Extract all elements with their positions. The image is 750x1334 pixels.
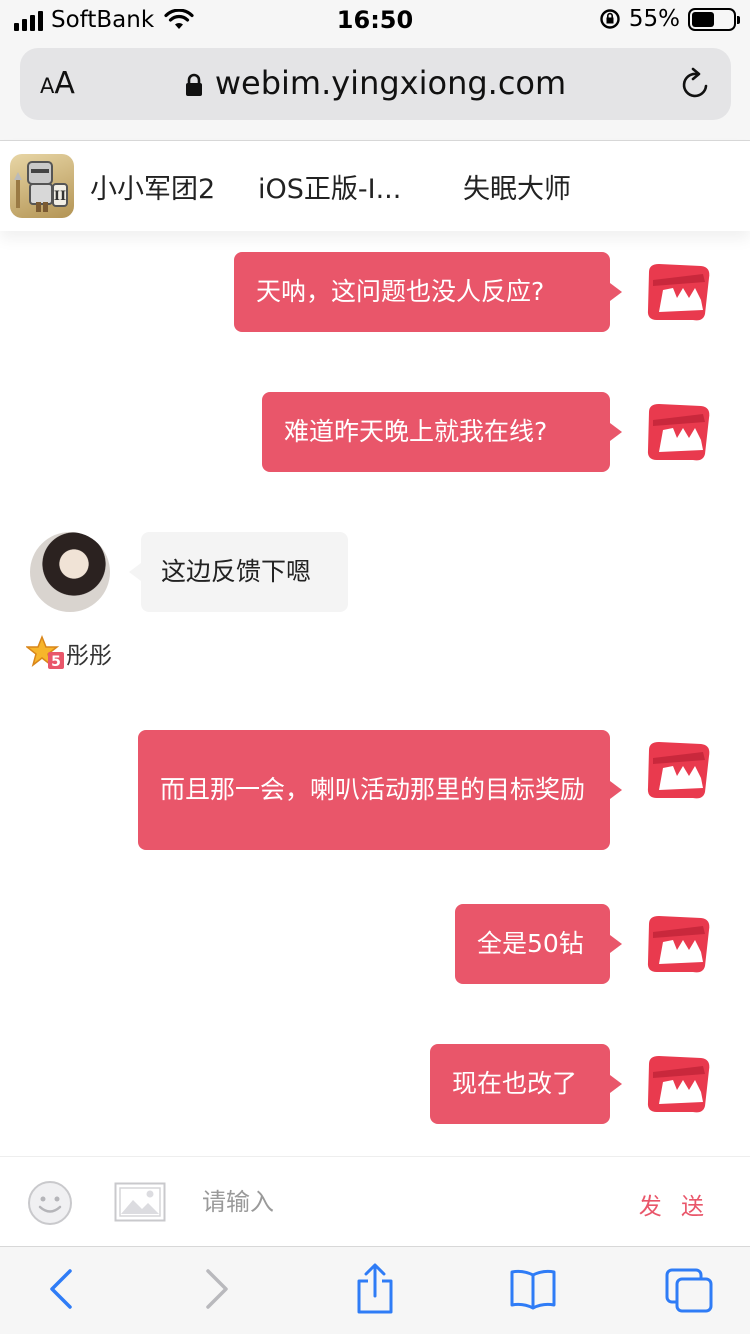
lock-icon — [185, 73, 202, 96]
chat-area: 天呐，这问题也没人反应? 难道昨天晚上就我在线? 这边反馈下嗯 5 彤彤 而且那… — [0, 231, 750, 1156]
vip-star-icon: 5 — [26, 635, 64, 670]
status-bar: SoftBank 16:50 55% — [0, 0, 750, 40]
my-avatar-icon[interactable] — [645, 400, 713, 464]
app-header: II 小小军团2 iOS正版-I... 失眠大师 — [0, 141, 750, 231]
message-bubble-other[interactable]: 这边反馈下嗯 — [129, 532, 348, 612]
emoji-icon[interactable] — [27, 1180, 73, 1226]
message-bubble-mine[interactable]: 难道昨天晚上就我在线? — [262, 392, 622, 472]
message-text: 难道昨天晚上就我在线? — [284, 417, 548, 446]
message-text: 现在也改了 — [452, 1069, 578, 1098]
svg-text:II: II — [54, 189, 66, 204]
my-avatar-icon[interactable] — [645, 260, 713, 324]
url-text: webim.yingxiong.com — [214, 64, 567, 102]
battery-fill — [692, 11, 714, 27]
message-input-bar: 发 送 — [0, 1156, 750, 1246]
message-bubble-mine[interactable]: 现在也改了 — [430, 1044, 622, 1124]
tab-game-1[interactable]: 小小军团2 — [90, 167, 258, 206]
my-avatar-icon[interactable] — [645, 738, 713, 802]
message-text: 天呐，这问题也没人反应? — [256, 277, 545, 306]
my-avatar-icon[interactable] — [645, 1052, 713, 1116]
share-icon[interactable] — [354, 1263, 396, 1315]
back-icon[interactable] — [46, 1267, 76, 1311]
bookmarks-icon[interactable] — [509, 1267, 557, 1311]
battery-percent: 55% — [628, 6, 680, 32]
browser-address-area: AA webim.yingxiong.com — [0, 40, 750, 141]
message-input[interactable] — [190, 1179, 610, 1225]
screen: SoftBank 16:50 55% AA webim.yingxiong.co… — [0, 0, 750, 1334]
message-bubble-mine[interactable]: 天呐，这问题也没人反应? — [234, 252, 622, 332]
contact-name: 5 彤彤 — [26, 635, 112, 671]
knight-icon: II — [14, 161, 68, 212]
url-display[interactable]: webim.yingxiong.com — [20, 64, 731, 102]
tab-game-2[interactable]: iOS正版-I... — [258, 167, 463, 206]
message-bubble-mine[interactable]: 全是50钻 — [455, 904, 622, 984]
conversation-tabs: 小小军团2 iOS正版-I... 失眠大师 — [90, 141, 571, 231]
tabs-icon[interactable] — [664, 1267, 716, 1315]
game-icon[interactable]: II — [10, 154, 74, 218]
contact-avatar[interactable] — [30, 532, 110, 612]
battery-icon — [688, 7, 740, 31]
message-text: 全是50钻 — [477, 929, 584, 958]
image-icon[interactable] — [114, 1182, 166, 1222]
address-bar[interactable]: AA webim.yingxiong.com — [20, 48, 731, 120]
message-text: 而且那一会，喇叭活动那里的目标奖励 — [160, 775, 586, 804]
message-bubble-mine[interactable]: 而且那一会，喇叭活动那里的目标奖励 — [138, 730, 622, 850]
tab-game-3[interactable]: 失眠大师 — [463, 167, 571, 206]
my-avatar-icon[interactable] — [645, 912, 713, 976]
forward-icon[interactable] — [202, 1267, 232, 1311]
send-button[interactable]: 发 送 — [639, 1187, 710, 1221]
browser-toolbar — [0, 1246, 750, 1334]
status-right: 55% — [599, 6, 740, 32]
svg-text:5: 5 — [51, 654, 61, 670]
message-text: 这边反馈下嗯 — [161, 557, 312, 586]
reload-icon[interactable] — [679, 66, 713, 102]
orientation-lock-icon — [600, 9, 620, 29]
contact-name-text: 彤彤 — [66, 643, 112, 669]
